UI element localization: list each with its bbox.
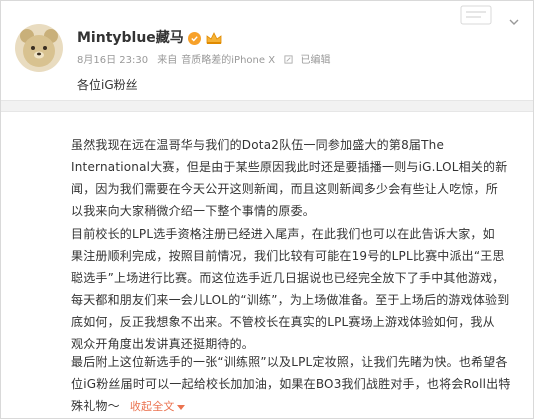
article-line: 以我来向大家稍微介绍一下整个事情的原委。 — [71, 204, 316, 218]
section-divider — [1, 100, 533, 112]
edited-label[interactable]: 已编辑 — [300, 55, 330, 66]
collapse-button[interactable]: 收起全文 — [130, 400, 185, 413]
post-greeting: 各位iG粉丝 — [77, 78, 138, 92]
edit-icon — [284, 55, 296, 66]
article-line: 位iG粉丝届时可以一起给校长加加油，如果在BO3我们战胜对手，也将会Roll出特 — [71, 377, 511, 391]
article-line: 目前校长的LPL选手资格注册已经进入尾声，在此我们也可以在此告诉大家，如 — [71, 227, 495, 241]
username-row: Mintyblue藏马 — [77, 29, 223, 47]
article-paragraph-2: 目前校长的LPL选手资格注册已经进入尾声，在此我们也可以在此告诉大家，如 果注册… — [71, 223, 511, 355]
post-date[interactable]: 8月16日 23:30 — [77, 55, 148, 66]
article-line: 聪选手”上场进行比赛。而这位选手近几日据说也已经完全放下了手中其他游戏， — [71, 271, 505, 285]
article-line-last: 殊礼物～ 收起全文 — [71, 395, 511, 418]
source-prefix: 来自 — [157, 55, 178, 66]
username[interactable]: Mintyblue藏马 — [77, 29, 184, 47]
article-line: 最后附上这位新选手的一张“训练照”以及LPL定妆照，让我们先睹为快。也希望各 — [71, 355, 508, 369]
article-paragraph-3: 最后附上这位新选手的一张“训练照”以及LPL定妆照，让我们先睹为快。也希望各 位… — [71, 351, 511, 418]
article-line: 虽然我现在远在温哥华与我们的Dota2队伍一同参加盛大的第8届The — [71, 138, 445, 152]
verified-badge-icon — [187, 31, 201, 45]
bear-avatar-icon — [15, 24, 63, 72]
article-line: 闻，因为我们需要在今天公开这则新闻，而且这则新闻多少会有些让人吃惊，所 — [71, 182, 499, 196]
chevron-down-icon[interactable] — [507, 15, 521, 29]
post-source: 音质略差的iPhone X — [181, 55, 276, 66]
article-line: 殊礼物～ — [71, 399, 120, 413]
article-line: 每天都和朋友们来一会儿LOL的“训练”，为上场做准备。至于上场后的游戏体验到 — [71, 293, 510, 307]
watermark-stamp-icon — [460, 5, 492, 25]
avatar[interactable] — [15, 24, 63, 72]
post-meta: 8月16日 23:30 来自 音质略差的iPhone X 已编辑 — [77, 54, 336, 68]
collapse-caret-icon — [176, 404, 185, 410]
article-line: International大赛，但是由于某些原因我此时还是要插播一则与iG.LO… — [71, 160, 508, 174]
article-paragraph-1: 虽然我现在远在温哥华与我们的Dota2队伍一同参加盛大的第8届The Inter… — [71, 134, 511, 222]
article-line: 果注册顺利完成，按照目前情况，我们比较有可能在19号的LPL比赛中派出“王思 — [71, 249, 505, 263]
member-crown-icon — [206, 32, 222, 44]
article-line: 底如何，反正我想象不出来。不管校长在真实的LPL赛场上游戏体验如何，我从 — [71, 315, 495, 329]
weibo-post: Mintyblue藏马 8月16日 23:30 来自 音质略差的iPhone X … — [0, 0, 534, 419]
collapse-label: 收起全文 — [129, 400, 175, 413]
